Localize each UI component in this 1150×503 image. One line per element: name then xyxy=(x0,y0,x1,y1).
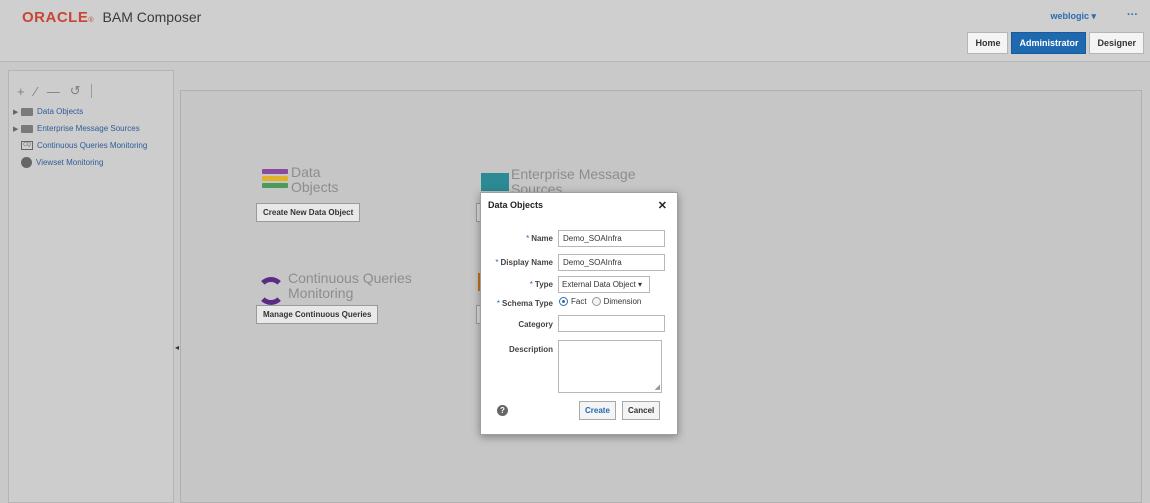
required-marker: * xyxy=(496,299,501,308)
name-label: * Name xyxy=(526,234,553,243)
dimension-radio[interactable] xyxy=(591,297,601,306)
toolbar-divider xyxy=(90,84,92,98)
continuous-queries-icon xyxy=(257,277,285,305)
expand-arrow-icon[interactable]: ▶ xyxy=(13,108,21,116)
remove-icon[interactable]: — xyxy=(47,84,60,99)
tree-item-label: Data Objects xyxy=(37,107,84,116)
schema-type-radio-group: Fact Dimension xyxy=(559,297,641,306)
navigator-toolbar: + ∕ — ↺ xyxy=(17,83,92,99)
tab-home[interactable]: Home xyxy=(967,32,1009,54)
data-objects-tile-title: Data Objects xyxy=(291,164,339,195)
tree-item-enterprise-message-sources[interactable]: ▶ Enterprise Message Sources xyxy=(13,120,147,137)
user-menu[interactable]: weblogic ▾ xyxy=(1050,11,1096,22)
collapse-handle-icon[interactable]: ◂ xyxy=(175,343,179,353)
cancel-button[interactable]: Cancel xyxy=(622,401,661,420)
dimension-radio-label: Dimension xyxy=(603,297,642,306)
manage-continuous-queries-button[interactable]: Manage Continuous Queries xyxy=(256,305,379,324)
dialog-header: Data Objects ✕ xyxy=(481,193,677,217)
envelope-icon xyxy=(481,173,509,191)
data-objects-icon xyxy=(262,169,288,190)
close-icon[interactable]: ✕ xyxy=(658,199,667,212)
folder-icon xyxy=(21,107,33,116)
brand-text: ORACLE xyxy=(22,9,89,26)
fact-radio[interactable] xyxy=(559,297,568,306)
display-name-label: * Display Name xyxy=(495,258,553,267)
navigator-panel: + ∕ — ↺ ▶ Data Objects ▶ Enterprise Mess… xyxy=(8,70,174,503)
product-name: BAM Composer xyxy=(102,9,202,25)
name-input[interactable]: Demo_SOAInfra xyxy=(558,230,665,247)
edit-icon[interactable]: ∕ xyxy=(35,84,37,99)
data-objects-dialog: Data Objects ✕ * Name Demo_SOAInfra * Disp… xyxy=(480,192,678,435)
description-textarea[interactable]: ◢ xyxy=(558,340,662,393)
tree-item-continuous-queries-monitoring[interactable]: CQ Continuous Queries Monitoring xyxy=(13,137,147,154)
dialog-title: Data Objects xyxy=(488,200,544,210)
tree-item-label: Viewset Monitoring xyxy=(36,158,104,167)
create-new-data-object-button[interactable]: Create New Data Object xyxy=(256,203,361,222)
help-icon[interactable]: ? xyxy=(497,405,508,416)
fact-radio-label: Fact xyxy=(571,297,587,306)
add-icon[interactable]: + xyxy=(17,84,25,99)
required-marker: * xyxy=(495,258,499,267)
required-marker: * xyxy=(529,280,533,289)
required-marker: * xyxy=(526,234,530,243)
refresh-icon[interactable]: ↺ xyxy=(70,83,81,99)
schema-type-label: * Schema Type xyxy=(496,299,553,308)
type-select[interactable]: External Data Object ▾ xyxy=(558,276,650,293)
tree-item-label: Enterprise Message Sources xyxy=(37,124,140,133)
cq-tile-title: Continuous Queries Monitoring xyxy=(288,270,412,301)
display-name-input[interactable]: Demo_SOAInfra xyxy=(558,254,665,271)
more-menu-icon[interactable]: ··· xyxy=(1127,9,1138,21)
create-button[interactable]: Create xyxy=(579,401,616,420)
resize-grip-icon[interactable]: ◢ xyxy=(655,383,660,391)
tab-administrator[interactable]: Administrator xyxy=(1011,32,1087,54)
description-label: Description xyxy=(508,345,553,354)
cq-icon: CQ xyxy=(21,141,33,150)
tree-item-data-objects[interactable]: ▶ Data Objects xyxy=(13,103,147,120)
expand-arrow-icon[interactable]: ▶ xyxy=(13,125,21,133)
tree-item-label: Continuous Queries Monitoring xyxy=(37,141,148,150)
brand-mark: ® xyxy=(88,17,94,24)
navigator-tree: ▶ Data Objects ▶ Enterprise Message Sour… xyxy=(13,103,147,171)
folder-icon xyxy=(21,124,33,133)
app-header: ORACLE ® BAM Composer weblogic ▾ ··· Hom… xyxy=(0,0,1150,62)
category-input[interactable] xyxy=(558,315,665,332)
nav-tabs: Home Administrator Designer xyxy=(967,32,1144,54)
tab-designer[interactable]: Designer xyxy=(1089,32,1144,54)
tree-item-viewset-monitoring[interactable]: Viewset Monitoring xyxy=(13,154,147,171)
type-label: * Type xyxy=(529,280,553,289)
viewset-icon xyxy=(21,157,32,168)
oracle-logo: ORACLE ® BAM Composer xyxy=(22,9,201,27)
category-label: Category xyxy=(518,320,553,329)
